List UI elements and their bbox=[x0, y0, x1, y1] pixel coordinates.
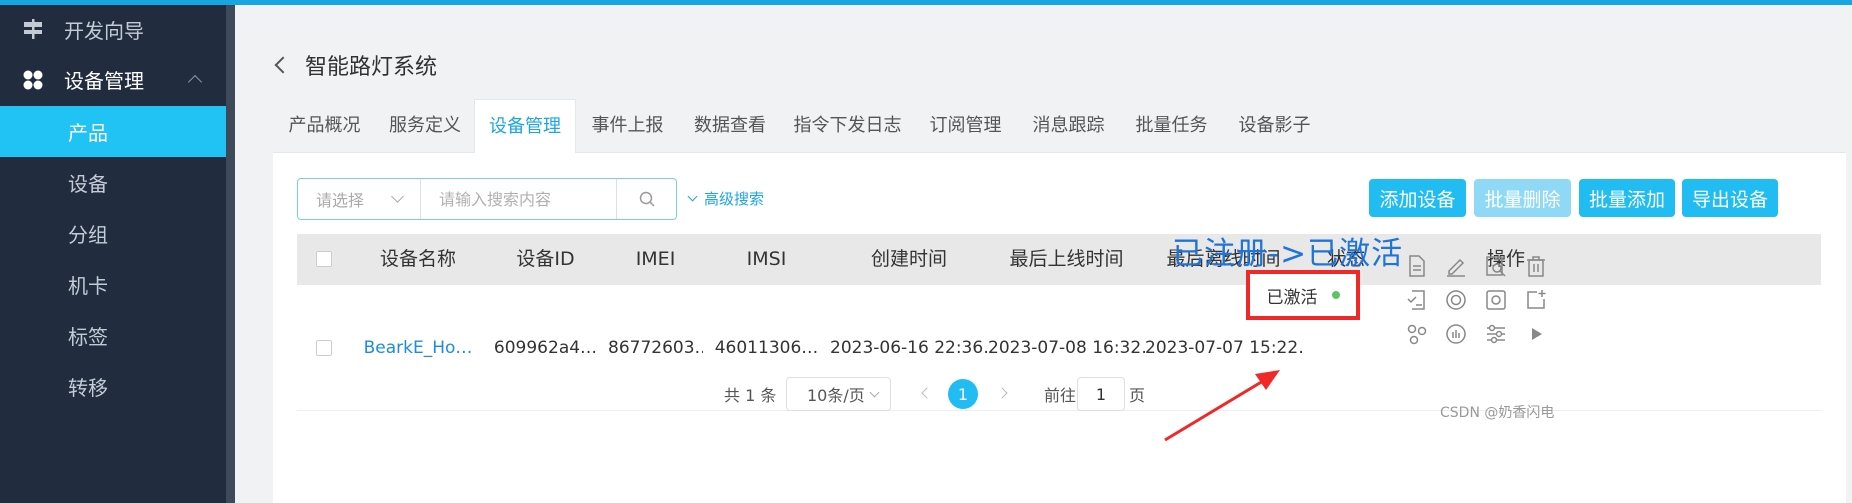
sidebar-item-sim-card[interactable]: 机卡 bbox=[0, 259, 226, 310]
back-arrow-icon[interactable] bbox=[274, 56, 292, 74]
select-placeholder: 请选择 bbox=[316, 191, 365, 210]
sidebar-item-label: 转移 bbox=[68, 376, 108, 400]
status-change-annotation: 已注册->已激活 bbox=[1172, 236, 1404, 272]
sidebar-scrollbar[interactable] bbox=[226, 5, 235, 503]
chevron-up-icon bbox=[187, 74, 203, 90]
sidebar: 开发向导 设备管理 产品 设备 分组 机卡 标签 转移 bbox=[0, 5, 226, 503]
tab-service-definition[interactable]: 服务定义 bbox=[376, 99, 474, 153]
add-device-button[interactable]: 添加设备 bbox=[1369, 179, 1466, 217]
column-header: IMSI bbox=[746, 248, 787, 270]
search-button[interactable] bbox=[616, 179, 676, 219]
pagination-total: 共 1 条 bbox=[724, 386, 777, 405]
sidebar-item-label: 分组 bbox=[68, 223, 108, 247]
sidebar-item-label: 机卡 bbox=[68, 274, 108, 298]
tab-message-trace[interactable]: 消息跟踪 bbox=[1017, 99, 1120, 153]
document-icon[interactable] bbox=[1405, 254, 1429, 278]
search-icon bbox=[639, 191, 655, 207]
imei-cell: 86772603… bbox=[608, 338, 703, 358]
play-icon[interactable] bbox=[1524, 322, 1548, 346]
page-title: 智能路灯系统 bbox=[305, 55, 438, 80]
sidebar-item-group[interactable]: 分组 bbox=[0, 208, 226, 259]
grid-icon bbox=[20, 67, 46, 93]
search-bar: 请选择 bbox=[297, 178, 677, 220]
page-size-select[interactable]: 10条/页 bbox=[786, 377, 891, 411]
tab-subscription[interactable]: 订阅管理 bbox=[914, 99, 1017, 153]
tab-product-overview[interactable]: 产品概况 bbox=[273, 99, 376, 153]
goto-label: 前往 bbox=[1044, 386, 1077, 405]
page-size-value: 10条/页 bbox=[807, 386, 865, 405]
add-subdevice-icon[interactable] bbox=[1524, 288, 1548, 312]
sidebar-item-label: 设备管理 bbox=[64, 69, 144, 93]
column-header: 创建时间 bbox=[870, 248, 947, 270]
search-field-select[interactable]: 请选择 bbox=[298, 179, 421, 219]
sidebar-group-device-mgmt[interactable]: 设备管理 bbox=[0, 53, 226, 106]
select-all-checkbox[interactable] bbox=[316, 251, 332, 267]
sidebar-item-label: 开发向导 bbox=[64, 18, 144, 43]
watermark: CSDN @奶香闪电 bbox=[1440, 405, 1555, 421]
statistics-icon[interactable] bbox=[1444, 322, 1468, 346]
main-content: 智能路灯系统 产品概况 服务定义 设备管理 事件上报 数据查看 指令下发日志 订… bbox=[235, 5, 1852, 503]
page-number-current[interactable]: 1 bbox=[948, 379, 978, 409]
batch-add-button[interactable]: 批量添加 bbox=[1579, 179, 1675, 217]
signpost-icon bbox=[20, 16, 46, 42]
device-name-link[interactable]: BearkE_Ho… bbox=[353, 285, 483, 411]
advanced-search-toggle[interactable]: 高级搜索 bbox=[687, 188, 765, 209]
page-suffix: 页 bbox=[1129, 386, 1146, 405]
page-header: 智能路灯系统 bbox=[274, 49, 438, 81]
device-screen-icon[interactable] bbox=[1484, 288, 1508, 312]
tab-batch-tasks[interactable]: 批量任务 bbox=[1120, 99, 1223, 153]
chevron-down-icon bbox=[391, 190, 404, 203]
sidebar-item-dev-guide[interactable]: 开发向导 bbox=[0, 5, 226, 53]
tab-device-management[interactable]: 设备管理 bbox=[474, 99, 576, 154]
sidebar-item-device[interactable]: 设备 bbox=[0, 157, 226, 208]
device-panel: 请选择 高级搜索 添加设备 批量删除 批量添加 导出设备 设备名称 设备ID I… bbox=[273, 153, 1846, 503]
device-id-cell: 609962a4… bbox=[493, 338, 598, 358]
search-input[interactable] bbox=[421, 179, 616, 219]
status-dot-icon bbox=[1331, 291, 1340, 299]
chevron-down-icon bbox=[869, 387, 880, 398]
sidebar-item-label: 产品 bbox=[68, 121, 108, 145]
export-devices-button[interactable]: 导出设备 bbox=[1682, 179, 1778, 217]
tab-command-log[interactable]: 指令下发日志 bbox=[781, 99, 914, 153]
row-checkbox[interactable] bbox=[316, 340, 332, 356]
sidebar-item-transfer[interactable]: 转移 bbox=[0, 361, 226, 412]
column-header: 设备ID bbox=[516, 248, 575, 270]
tab-device-shadow[interactable]: 设备影子 bbox=[1223, 99, 1326, 153]
tab-event-report[interactable]: 事件上报 bbox=[576, 99, 679, 153]
table-header: 设备名称 设备ID IMEI IMSI 创建时间 最后上线时间 最后离线时间 状… bbox=[297, 234, 1821, 285]
sliders-icon[interactable] bbox=[1484, 322, 1508, 346]
checklist-icon[interactable] bbox=[1405, 288, 1429, 312]
sidebar-item-product[interactable]: 产品 bbox=[0, 106, 226, 157]
tab-bar: 产品概况 服务定义 设备管理 事件上报 数据查看 指令下发日志 订阅管理 消息跟… bbox=[273, 99, 1846, 154]
status-text: 已激活 bbox=[1266, 287, 1318, 308]
status-badge: 已激活 bbox=[1246, 270, 1360, 320]
batch-delete-button[interactable]: 批量删除 bbox=[1474, 179, 1571, 217]
goto-page-input[interactable] bbox=[1077, 377, 1125, 411]
tab-data-view[interactable]: 数据查看 bbox=[679, 99, 781, 153]
column-header: IMEI bbox=[635, 248, 676, 270]
sidebar-item-label: 标签 bbox=[68, 325, 108, 349]
edit-icon[interactable] bbox=[1444, 254, 1468, 278]
sidebar-item-label: 设备 bbox=[68, 172, 108, 196]
advanced-search-label: 高级搜索 bbox=[704, 190, 765, 208]
column-header: 最后上线时间 bbox=[1009, 248, 1124, 270]
trash-icon[interactable] bbox=[1524, 254, 1548, 278]
topology-icon[interactable] bbox=[1405, 322, 1429, 346]
chevron-down-icon bbox=[687, 191, 698, 202]
column-header: 设备名称 bbox=[379, 248, 456, 270]
view-detail-icon[interactable] bbox=[1484, 254, 1508, 278]
settings-ring-icon[interactable] bbox=[1444, 288, 1468, 312]
sidebar-item-tag[interactable]: 标签 bbox=[0, 310, 226, 361]
